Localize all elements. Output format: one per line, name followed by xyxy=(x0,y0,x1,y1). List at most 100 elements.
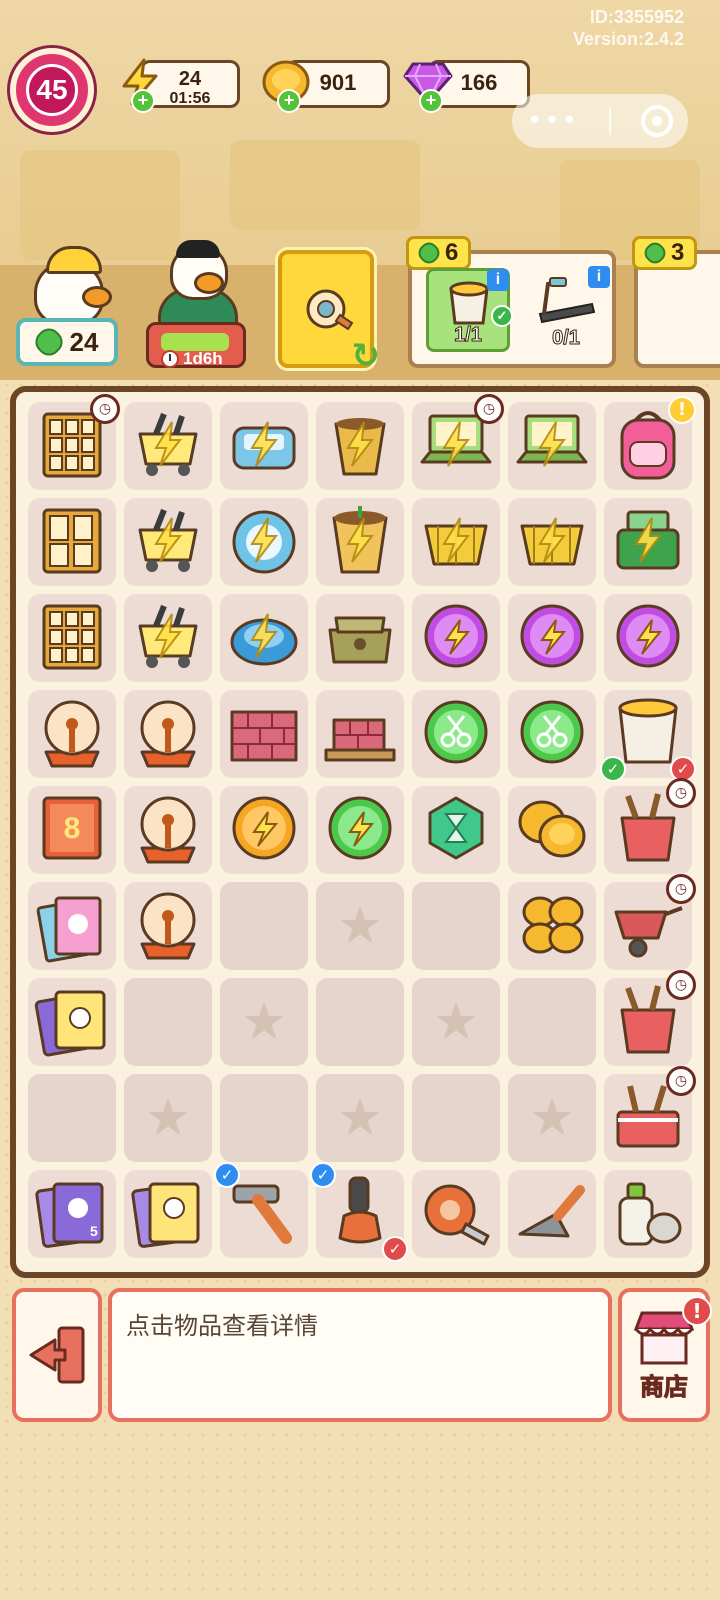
board-item-coins-4[interactable] xyxy=(508,882,596,970)
board-item-spray-can[interactable] xyxy=(604,1170,692,1258)
worker-duck-count: 24 xyxy=(16,318,118,366)
board-item-shopping-basket[interactable] xyxy=(412,498,500,586)
board-item-energy-orb-purple[interactable] xyxy=(604,594,692,682)
board-cell-locked[interactable]: ★ xyxy=(316,1074,404,1162)
board-item-robot-vacuum[interactable] xyxy=(220,498,308,586)
energy-orb-orange-icon xyxy=(224,788,304,872)
board-cell-locked[interactable]: ★ xyxy=(220,978,308,1066)
student-duck-timer: 1d6h xyxy=(146,322,246,368)
board-item-cart-tools[interactable] xyxy=(124,402,212,490)
level-badge[interactable]: 45 xyxy=(10,48,94,132)
check-badge-icon: ✓ xyxy=(600,756,626,782)
shop-button[interactable]: 商店 ! xyxy=(618,1288,712,1422)
player-id: ID:3355952 xyxy=(589,7,684,27)
cabinet-icon xyxy=(32,596,112,680)
board-cell-locked[interactable]: ★ xyxy=(316,882,404,970)
board-item-cards-yellow[interactable] xyxy=(124,1170,212,1258)
board-item-cart-tools[interactable] xyxy=(124,498,212,586)
board-item-coins-2[interactable] xyxy=(508,786,596,874)
plasma-ball-icon xyxy=(32,692,112,776)
board-item-plant-pot-small[interactable] xyxy=(316,402,404,490)
more-menu-icon[interactable]: ••• xyxy=(527,108,579,134)
board-cell-empty[interactable] xyxy=(124,978,212,1066)
coin-counter[interactable]: + 901 xyxy=(262,60,390,113)
cart-tools-icon xyxy=(128,500,208,584)
board-item-laptop[interactable] xyxy=(508,402,596,490)
board-item-plasma-ball[interactable] xyxy=(124,786,212,874)
energy-counter[interactable]: + 24 01:56 xyxy=(122,58,240,113)
board-item-bricks-pallet[interactable] xyxy=(316,690,404,778)
board-item-energy-orb-purple[interactable] xyxy=(508,594,596,682)
add-gems-button[interactable]: + xyxy=(419,89,443,113)
board-item-scissors-orb[interactable] xyxy=(508,690,596,778)
board-item-plasma-ball[interactable] xyxy=(124,882,212,970)
collect-arrow-icon: ↻ xyxy=(351,336,381,376)
worker-duck-character[interactable] xyxy=(22,240,118,326)
board-item-plant-pot[interactable] xyxy=(316,498,404,586)
board-item-hammer[interactable]: ✓ xyxy=(214,1162,308,1258)
svg-text:8: 8 xyxy=(64,812,81,845)
board-item-cash-register[interactable] xyxy=(604,498,692,586)
board-cell-empty[interactable] xyxy=(508,978,596,1066)
board-item-plasma-ball[interactable] xyxy=(124,690,212,778)
board-item-cabinet[interactable]: ◷ xyxy=(28,394,120,490)
gem-counter[interactable]: + 166 xyxy=(403,60,530,113)
board-item-cards-purple[interactable]: 5 xyxy=(28,1170,116,1258)
board-item-plasma-ball[interactable] xyxy=(28,690,116,778)
order-requirement-paint-bucket[interactable]: i ✓ 1/1 xyxy=(426,268,513,352)
board-item-bucket-tools[interactable]: ◷ xyxy=(604,970,696,1066)
order-requirement-treadmill[interactable]: i 0/1 xyxy=(524,266,610,352)
order-reward-tag: 3 xyxy=(632,236,698,270)
requirement-progress: 1/1 xyxy=(454,324,483,347)
worker-duck-count-value: 24 xyxy=(69,326,99,357)
order-card-2[interactable]: 3 xyxy=(632,236,720,368)
board-item-energy-orb-orange[interactable] xyxy=(220,786,308,874)
board-item-energy-orb-purple[interactable] xyxy=(412,594,500,682)
board-cell-locked[interactable]: ★ xyxy=(412,978,500,1066)
board-item-wheelbarrow[interactable]: ◷ xyxy=(604,874,696,970)
info-icon[interactable]: i xyxy=(487,269,509,291)
board-item-bucket-tools[interactable]: ◷ xyxy=(604,778,696,874)
board-item-hourglass-hex[interactable] xyxy=(412,786,500,874)
exit-button[interactable] xyxy=(12,1288,102,1422)
board-cell-locked[interactable]: ★ xyxy=(124,1074,212,1162)
add-coins-button[interactable]: + xyxy=(277,89,301,113)
board-item-scissors-orb[interactable] xyxy=(412,690,500,778)
student-duck-character[interactable] xyxy=(150,238,246,328)
board-cell-empty[interactable] xyxy=(412,882,500,970)
featured-item-card[interactable]: ↻ xyxy=(278,250,380,376)
board-item-mallet[interactable]: ✓ ✓ xyxy=(310,1162,408,1262)
add-energy-button[interactable]: + xyxy=(131,89,155,113)
close-miniprogram-icon[interactable] xyxy=(640,105,673,137)
board-cell-locked[interactable]: ★ xyxy=(508,1074,596,1162)
shopping-basket-icon xyxy=(512,500,592,584)
board-item-tape-measure[interactable] xyxy=(412,1170,500,1258)
miniprogram-capsule: ••• xyxy=(512,94,688,148)
board-item-tool-basket[interactable]: ◷ xyxy=(604,1066,696,1162)
book-8-icon: 8 xyxy=(32,788,112,872)
board-item-cards-stack[interactable] xyxy=(28,978,116,1066)
board-item-bread-machine[interactable] xyxy=(220,402,308,490)
board-item-energy-orb-green[interactable] xyxy=(316,786,404,874)
board-item-trowel[interactable] xyxy=(508,1170,596,1258)
board-item-cabinet-open[interactable] xyxy=(28,498,116,586)
order-card-1[interactable]: 6 i ✓ 1/1 i 0/1 xyxy=(406,236,616,368)
board-item-robot-vacuum-blue[interactable] xyxy=(220,594,308,682)
board-cell-empty[interactable] xyxy=(28,1074,116,1162)
board-item-book-8[interactable]: 8 xyxy=(28,786,116,874)
board-item-cabinet[interactable] xyxy=(28,594,116,682)
board-item-cart-tools[interactable] xyxy=(124,594,212,682)
board-cell-empty[interactable] xyxy=(412,1074,500,1162)
board-item-magazines[interactable] xyxy=(28,882,116,970)
board-item-backpack[interactable]: ! xyxy=(604,396,696,490)
info-icon[interactable]: i xyxy=(588,266,610,288)
board-item-sacks[interactable] xyxy=(316,594,404,682)
board-cell-empty[interactable] xyxy=(220,1074,308,1162)
board-cell-empty[interactable] xyxy=(220,882,308,970)
board-item-paint-bucket[interactable]: ✓ ✓ xyxy=(600,690,696,782)
board-item-laptop[interactable]: ◷ xyxy=(412,394,504,490)
board-item-bricks-stack[interactable] xyxy=(220,690,308,778)
plasma-ball-icon xyxy=(128,692,208,776)
board-item-shopping-basket[interactable] xyxy=(508,498,596,586)
board-cell-empty[interactable] xyxy=(316,978,404,1066)
